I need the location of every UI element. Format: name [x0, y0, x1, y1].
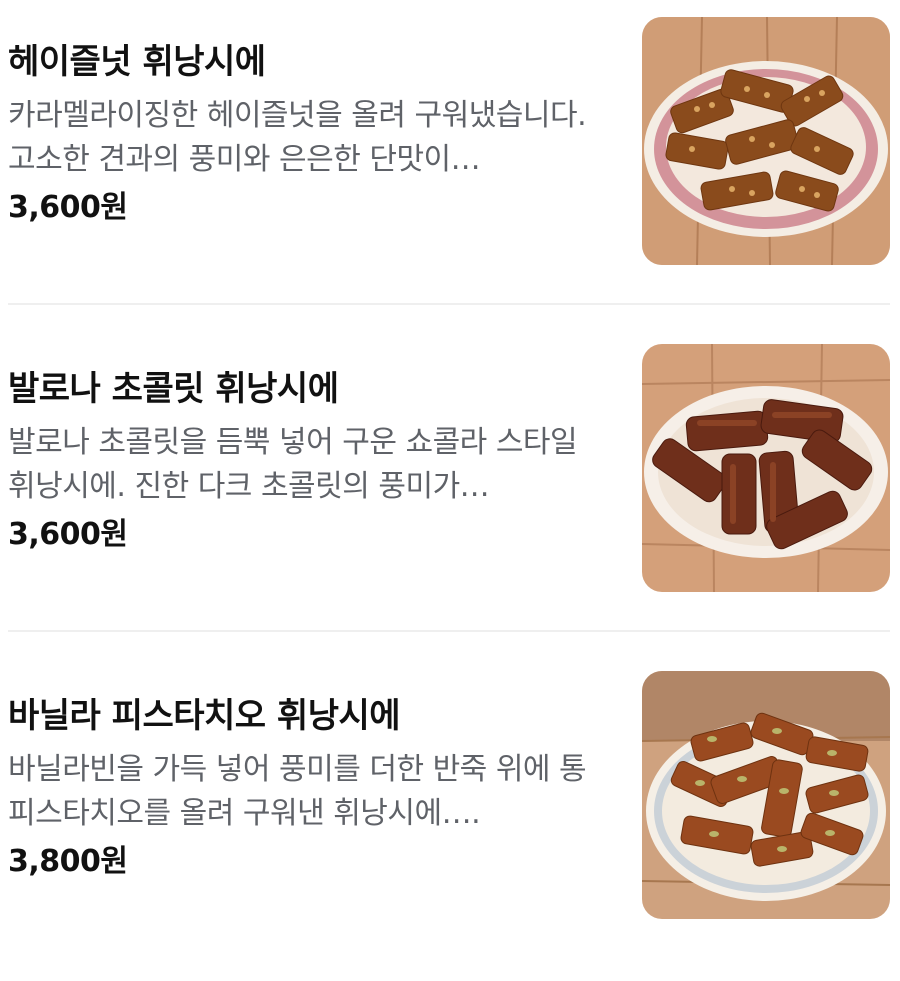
menu-item-pistachio-financier[interactable]: 바닐라 피스타치오 휘낭시에 바닐라빈을 가득 넣어 풍미를 더한 반죽 위에 … — [0, 654, 900, 981]
menu-item-description: 카라멜라이징한 헤이즐넛을 올려 구워냈습니다. 고소한 견과의 풍미와 은은한… — [8, 98, 587, 177]
menu-item-hazelnut-financier[interactable]: 헤이즐넛 휘낭시에 카라멜라이징한 헤이즐넛을 올려 구워냈습니다. 고소한 견… — [0, 0, 900, 327]
menu-item-name: 헤이즐넛 휘낭시에 — [8, 42, 266, 82]
divider — [8, 630, 890, 632]
menu-item-price: 3,600원 — [8, 190, 128, 225]
menu-item-description: 바닐라빈을 가득 넣어 풍미를 더한 반죽 위에 통피스타치오를 올려 구워낸 … — [8, 752, 587, 831]
hazelnut-financier-image — [642, 17, 890, 265]
menu-item-chocolate-financier[interactable]: 발로나 초콜릿 휘낭시에 발로나 초콜릿을 듬뿍 넣어 구운 쇼콜라 스타일 휘… — [0, 327, 900, 654]
pistachio-financier-image — [642, 671, 890, 919]
menu-item-name: 바닐라 피스타치오 휘낭시에 — [8, 696, 401, 736]
chocolate-financier-photo[interactable] — [642, 344, 890, 592]
menu-item-price: 3,600원 — [8, 517, 128, 552]
menu-item-price: 3,800원 — [8, 844, 128, 879]
chocolate-financier-image — [642, 344, 890, 592]
pistachio-financier-photo[interactable] — [642, 671, 890, 919]
hazelnut-financier-photo[interactable] — [642, 17, 890, 265]
divider — [8, 303, 890, 305]
menu-item-description: 발로나 초콜릿을 듬뿍 넣어 구운 쇼콜라 스타일 휘낭시에. 진한 다크 초콜… — [8, 425, 578, 504]
menu-item-text: 바닐라 피스타치오 휘낭시에 바닐라빈을 가득 넣어 풍미를 더한 반죽 위에 … — [8, 694, 618, 882]
menu-item-name: 발로나 초콜릿 휘낭시에 — [8, 369, 339, 409]
menu-list: 헤이즐넛 휘낭시에 카라멜라이징한 헤이즐넛을 올려 구워냈습니다. 고소한 견… — [0, 0, 900, 939]
menu-item-text: 발로나 초콜릿 휘낭시에 발로나 초콜릿을 듬뿍 넣어 구운 쇼콜라 스타일 휘… — [8, 367, 618, 555]
menu-item-text: 헤이즐넛 휘낭시에 카라멜라이징한 헤이즐넛을 올려 구워냈습니다. 고소한 견… — [8, 40, 618, 228]
